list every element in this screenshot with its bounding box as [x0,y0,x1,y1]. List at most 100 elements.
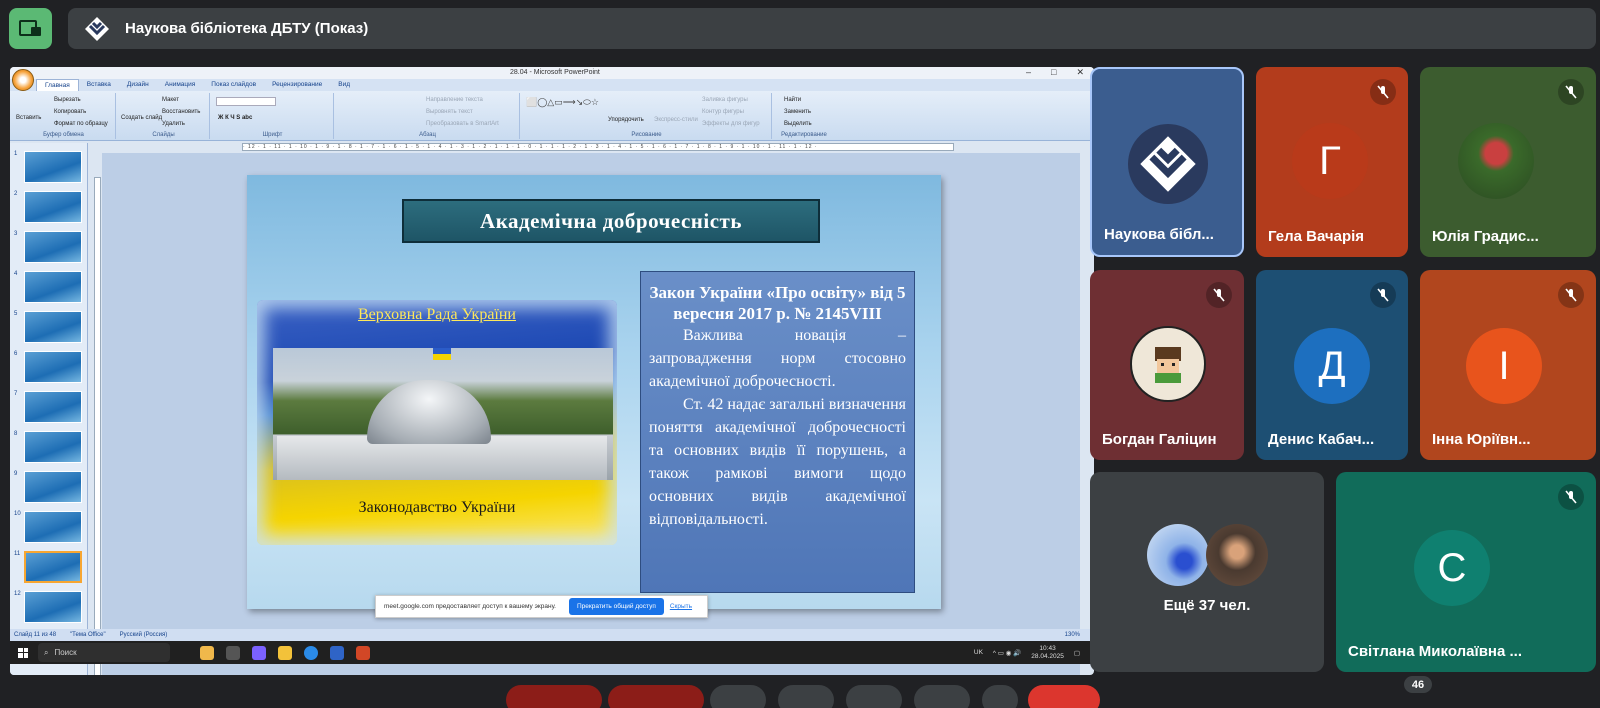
reactions-button[interactable] [778,685,834,708]
layout-button[interactable]: Макет [162,97,179,103]
copy-button[interactable]: Копировать [54,109,86,115]
powerpoint-title-bar: 28.04 - Microsoft PowerPoint – □ ✕ [10,67,1094,79]
tab-review[interactable]: Рецензирование [264,79,330,91]
slide-thumbnail[interactable]: 5 [14,311,84,346]
shape-fill-button[interactable]: Заливка фигуры [702,97,748,103]
slide-preview [24,551,82,583]
copilot-icon[interactable] [252,645,266,660]
close-icon[interactable]: ✕ [1076,67,1084,78]
slide-preview [24,591,82,623]
participant-tile-inna[interactable]: І Інна Юріївн... [1420,270,1596,460]
task-view-icon[interactable] [226,645,240,660]
leave-call-button[interactable] [1028,685,1100,708]
slide-thumbnail[interactable]: 9 [14,471,84,506]
parliament-flag-image[interactable]: Верховна Рада України Законодавство Укра… [257,300,617,545]
library-logo-icon [1140,136,1196,192]
participant-name: Наукова бібл... [1104,226,1214,243]
reset-button[interactable]: Восстановить [162,109,200,115]
keyboard-language[interactable]: UK [974,649,983,656]
smartart-button[interactable]: Преобразовать в SmartArt [426,121,499,127]
format-painter-button[interactable]: Формат по образцу [54,121,108,127]
minimize-icon[interactable]: – [1026,67,1031,78]
current-slide[interactable]: Академічна доброчесність Верховна Рада У… [247,175,941,609]
participant-tile-svitlana[interactable]: С Світлана Миколаївна ... [1336,472,1596,672]
tab-view[interactable]: Вид [330,79,358,91]
office-button[interactable] [12,69,34,91]
participant-tile-yulia[interactable]: Юлія Градис... [1420,67,1596,257]
captions-button[interactable] [710,685,766,708]
align-text-button[interactable]: Выровнять текст [426,109,473,115]
powerpoint-taskbar-icon[interactable] [356,645,370,660]
select-button[interactable]: Выделить [784,121,812,127]
participant-tile-bogdan[interactable]: Богдан Галіцин [1090,270,1244,460]
slide-thumbnail[interactable]: 11 [14,551,84,586]
slide-thumbnail[interactable]: 1 [14,151,84,186]
law-text-box[interactable]: Закон України «Про освіту» від 5 вересня… [640,271,915,593]
participant-tile-denys[interactable]: Д Денис Кабач... [1256,270,1408,460]
new-slide-button[interactable]: Создать слайд [121,115,162,121]
clock[interactable]: 10:43 28.04.2025 [1031,645,1064,661]
tab-slideshow[interactable]: Показ слайдов [203,79,264,91]
slide-preview [24,351,82,383]
shared-screen: 28.04 - Microsoft PowerPoint – □ ✕ Главная… [10,67,1094,675]
slide-thumbnail[interactable]: 6 [14,351,84,386]
store-icon[interactable] [330,645,344,660]
taskbar-search[interactable]: ⌕ Поиск [38,643,170,662]
cut-button[interactable]: Вырезать [54,97,81,103]
present-button[interactable] [846,685,902,708]
slide-thumbnail[interactable]: 10 [14,511,84,546]
find-button[interactable]: Найти [784,97,801,103]
slide-thumbnail[interactable]: 3 [14,231,84,266]
raise-hand-button[interactable] [914,685,970,708]
camera-toggle-button[interactable] [608,685,704,708]
tab-design[interactable]: Дизайн [119,79,157,91]
slide-thumbnail[interactable]: 12 [14,591,84,626]
more-options-button[interactable] [982,685,1018,708]
windows-start-icon[interactable] [18,647,28,658]
mic-off-icon [1370,282,1396,308]
mic-off-icon [1558,282,1584,308]
zoom-level[interactable]: 130% [1065,632,1080,638]
replace-button[interactable]: Заменить [784,109,811,115]
edge-icon[interactable] [304,645,318,660]
horizontal-ruler: · 12 · 1 · 11 · 1 · 10 · 1 · 9 · 1 · 8 ·… [242,143,954,151]
file-explorer-icon[interactable] [278,645,292,660]
slide-thumbnail[interactable]: 2 [14,191,84,226]
text-direction-button[interactable]: Направление текста [426,97,483,103]
arrange-button[interactable]: Упорядочить [608,117,644,123]
stop-sharing-button[interactable]: Прекратить общий доступ [569,598,664,615]
tab-insert[interactable]: Вставка [79,79,119,91]
meeting-title-bar[interactable]: Наукова бібліотека ДБТУ (Показ) [68,8,1596,49]
hide-link[interactable]: Скрыть [670,603,692,610]
present-screen-button[interactable] [9,8,52,49]
shapes-gallery[interactable]: ⬜◯△▭⟶↘⬭☆ [526,97,599,108]
group-label: Буфер обмена [43,132,84,138]
font-name-select[interactable] [216,97,276,106]
slide-thumbnail[interactable]: 4 [14,271,84,306]
more-participants-tile[interactable]: Ещё 37 чел. [1090,472,1324,672]
widgets-icon[interactable] [200,645,214,660]
delete-button[interactable]: Удалить [162,121,185,127]
participant-tile-library[interactable]: Наукова бібл... [1090,67,1244,257]
maximize-icon[interactable]: □ [1051,67,1056,78]
shape-effects-button[interactable]: Эффекты для фигур [702,121,760,127]
slide-title[interactable]: Академічна доброчесність [402,199,820,243]
shape-outline-button[interactable]: Контур фигуры [702,109,744,115]
tab-animation[interactable]: Анимация [157,79,204,91]
slide-number: 8 [14,431,18,437]
law-paragraph-1: Важлива новація – запровадження норм сто… [649,327,906,390]
library-avatar [1128,124,1208,204]
paste-button[interactable]: Вставить [16,115,41,121]
bold-button[interactable]: Ж К Ч S abc [218,115,252,121]
slide-thumbnail[interactable]: 8 [14,431,84,466]
participant-count-badge[interactable]: 46 [1404,676,1432,693]
slide-thumbnail[interactable]: 7 [14,391,84,426]
tab-home[interactable]: Главная [36,79,79,91]
participant-tile-gela[interactable]: Г Гела Вачарія [1256,67,1408,257]
windows-taskbar: ⌕ Поиск UK ^ ▭ ◉ 🔊 10:43 28.04.2025 ▢ [10,641,1094,664]
more-participants-label: Ещё 37 чел. [1163,597,1251,614]
quick-styles-button[interactable]: Экспресс-стили [654,117,698,123]
notifications-icon[interactable]: ▢ [1074,649,1080,657]
tray-icons[interactable]: ^ ▭ ◉ 🔊 [993,649,1021,657]
mic-toggle-button[interactable] [506,685,602,708]
